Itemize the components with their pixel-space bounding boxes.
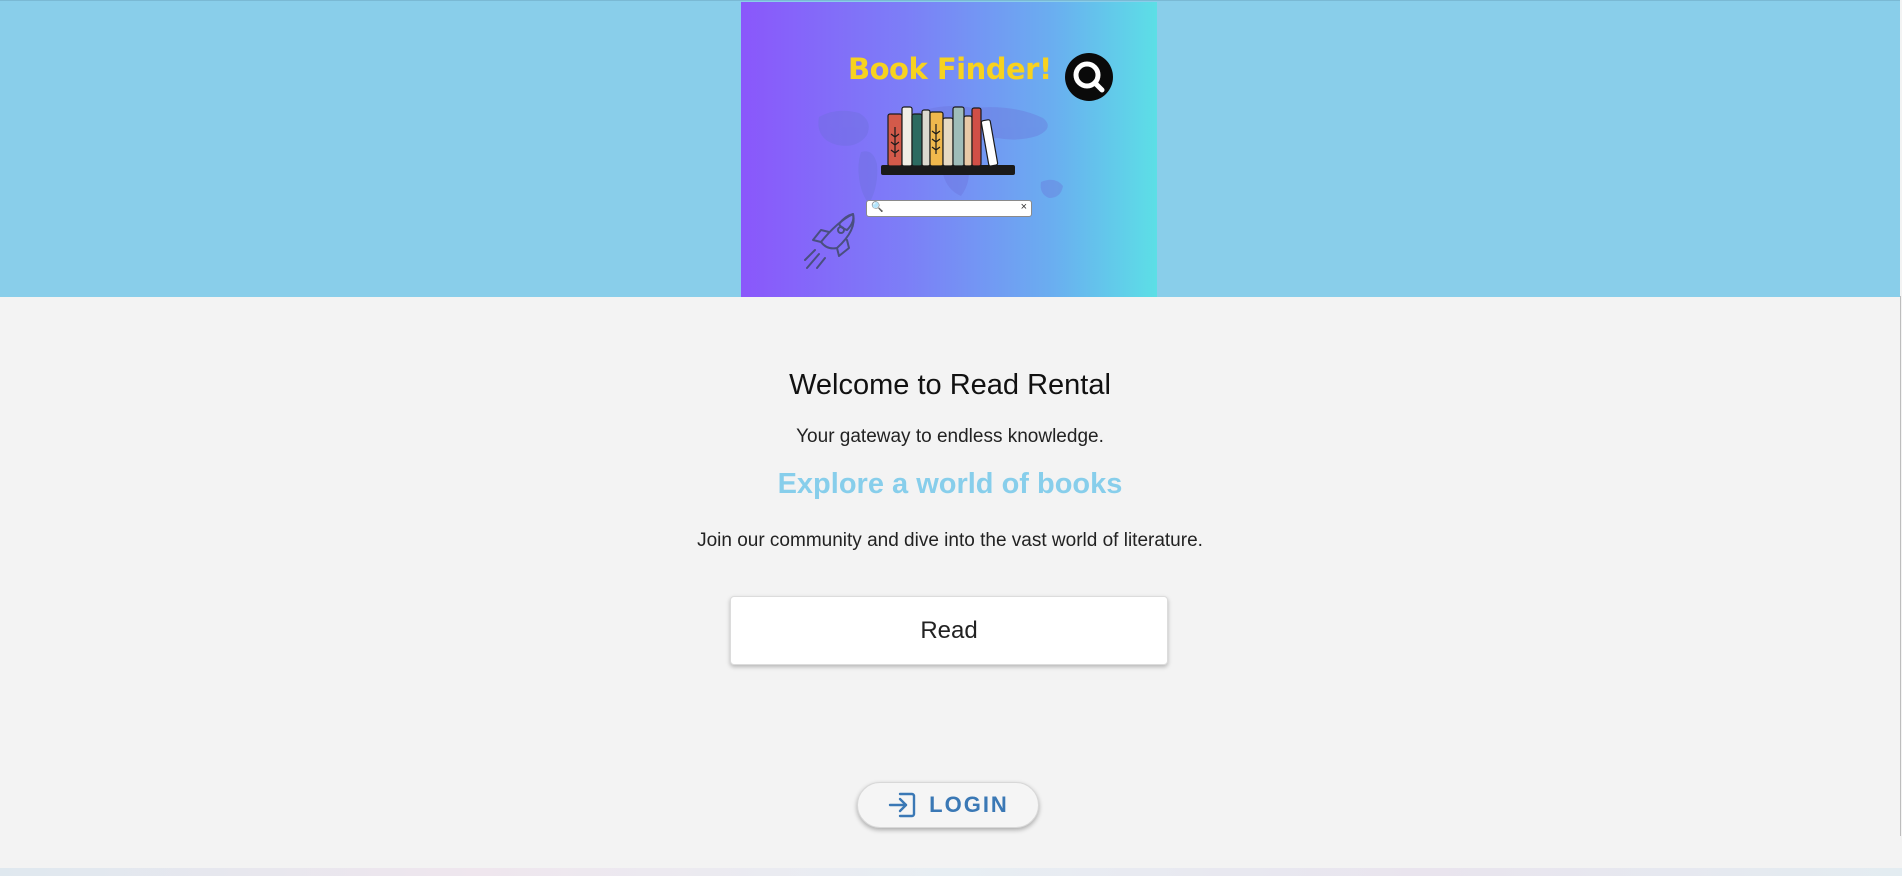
login-button[interactable]: LOGIN — [857, 782, 1039, 828]
explore-heading: Explore a world of books — [777, 468, 1123, 500]
search-icon: 🔍 — [871, 202, 884, 213]
login-icon — [888, 792, 916, 818]
header-bar: Book Finder! 🔍 × — [0, 0, 1900, 297]
login-label: LOGIN — [929, 792, 1009, 817]
tagline-text: Your gateway to endless knowledge. — [796, 426, 1104, 447]
description-text: Join our community and dive into the vas… — [697, 530, 1203, 551]
magnifier-badge-icon — [1065, 53, 1113, 101]
banner-illustration — [804, 53, 1113, 269]
rocket-graphic — [804, 213, 855, 269]
banner-title: Book Finder! — [848, 52, 1052, 86]
scrollbar-edge — [1900, 296, 1901, 836]
page-title: Welcome to Read Rental — [789, 369, 1111, 401]
banner-image: Book Finder! 🔍 × — [741, 2, 1157, 297]
read-button[interactable]: Read — [730, 596, 1168, 665]
banner-search-box: 🔍 × — [866, 200, 1032, 217]
footer-strip — [0, 868, 1902, 876]
close-icon: × — [1020, 201, 1027, 213]
